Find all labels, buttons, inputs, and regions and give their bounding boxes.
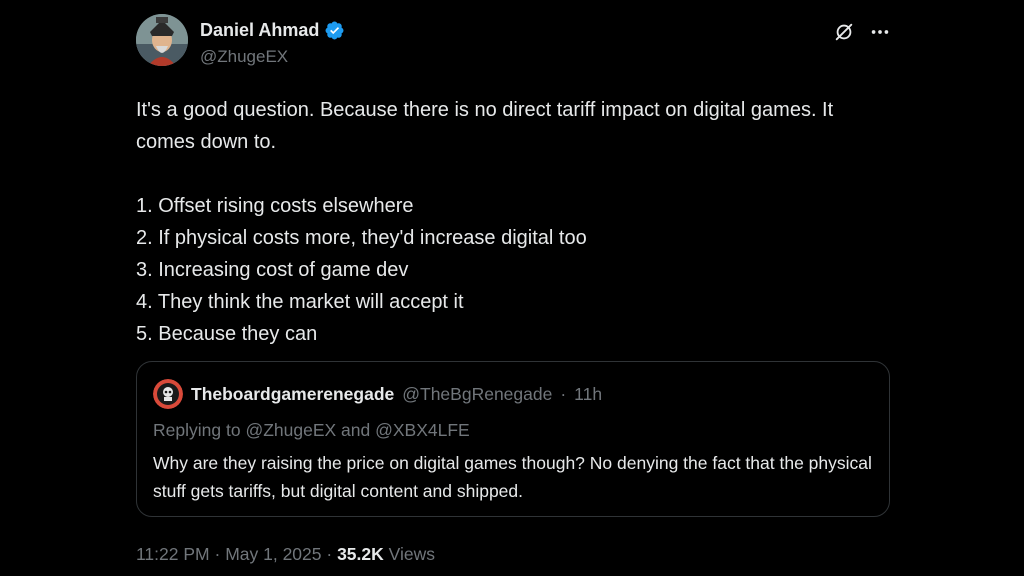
replying-mention[interactable]: @ZhugeEX [245,420,336,440]
quote-separator: · [560,383,567,404]
tweet-text: It's a good question. Because there is n… [136,94,876,350]
quote-text: Why are they raising the price on digita… [153,453,872,501]
tweet: Daniel Ahmad @ZhugeEX It's a good questi… [136,14,892,570]
tweet-point: 2. If physical costs more, they'd increa… [136,227,587,249]
quote-time: 11h [574,383,603,404]
replying-and: and [341,420,371,440]
footer-separator: · [326,544,333,564]
quote-author-name: Theboardgamerenegade [191,383,395,404]
tweet-point: 4. They think the market will accept it [136,291,464,313]
grok-slash-icon[interactable] [832,20,856,44]
replying-prefix: Replying to [153,420,241,440]
tweet-top-actions [832,20,892,44]
footer-separator: · [214,544,221,564]
tweet-point: 1. Offset rising costs elsewhere [136,195,414,217]
tweet-intro: It's a good question. Because there is n… [136,99,834,153]
author-display-name[interactable]: Daniel Ahmad [200,20,319,41]
quote-header: Theboardgamerenegade @TheBgRenegade · 11… [153,379,602,409]
views-count: 35.2K [337,544,384,564]
replying-mention[interactable]: @XBX4LFE [375,420,470,440]
more-horizontal-icon[interactable] [868,20,892,44]
tweet-time[interactable]: 11:22 PM [136,544,210,564]
views-label: Views [388,544,436,564]
quote-author-handle: @TheBgRenegade [402,383,553,404]
author-handle[interactable]: @ZhugeEX [200,47,288,67]
quote-author-avatar[interactable] [153,379,183,409]
tweet-footer: 11:22 PM · May 1, 2025 · 35.2K Views [136,544,435,565]
author-avatar[interactable] [136,14,188,66]
replying-to-line: Replying to @ZhugeEX and @XBX4LFE [153,420,470,441]
tweet-date[interactable]: May 1, 2025 [225,544,321,564]
quoted-tweet-card[interactable]: Theboardgamerenegade @TheBgRenegade · 11… [136,361,890,517]
tweet-point: 3. Increasing cost of game dev [136,259,409,281]
author-name-row: Daniel Ahmad [200,20,345,41]
tweet-point: 5. Because they can [136,323,318,345]
verified-badge-icon [324,20,345,41]
